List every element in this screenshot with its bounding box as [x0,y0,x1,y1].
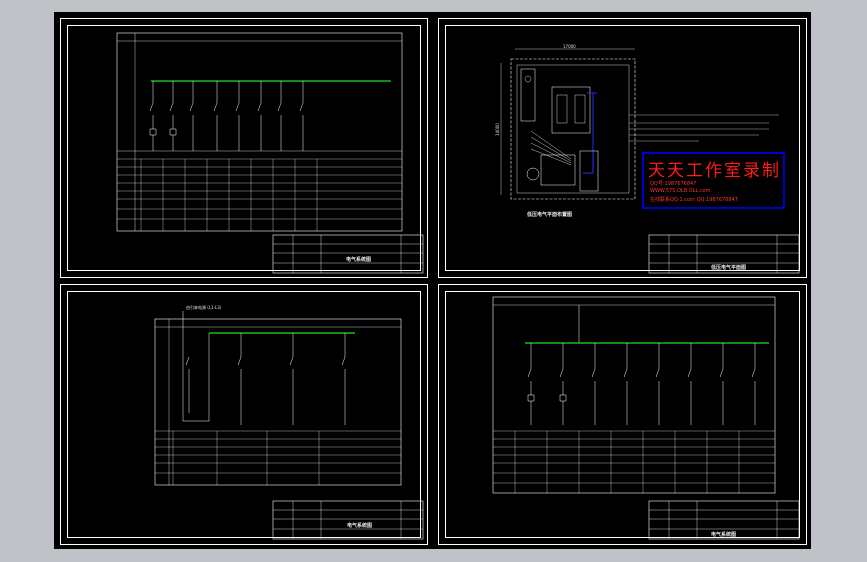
single-line-diagram-2 [154,311,424,540]
single-line-diagram-1 [116,32,424,274]
plan-drawing-title: 低压电气平面布置图 [527,212,573,218]
single-line-diagram-3 [492,296,800,540]
plan-width-dimension: 17000 [563,44,576,49]
drawing-sheet-top-right[interactable]: 17000 14000 低压电气平面布置图 低压电气平面图 [438,18,807,278]
drawing-sheet-bottom-right[interactable]: 电气系统图 [438,284,807,545]
title-block-drawing-name: 电气系统图 [346,257,372,263]
floor-plan-drawing [500,48,800,274]
drawing-sheet-top-left[interactable]: 电气系统图 [60,18,428,278]
cad-drawing-viewport[interactable]: 电气系统图 17000 14000 低压电气平面布置图 低压电气平面图 天天工作… [54,12,811,549]
title-block-drawing-name: 低压电气平面图 [711,265,747,271]
title-block-drawing-name: 电气系统图 [711,532,737,538]
feeder-source-note: 由引来电源 (L1-L3) [186,305,222,310]
drawing-sheet-bottom-left[interactable]: 由引来电源 (L1-L3) 电气系统图 [60,284,428,545]
title-block-drawing-name: 电气系统图 [347,523,373,529]
plan-height-dimension: 14000 [494,123,500,136]
watermark-studio-stamp: 天天工作室录制 QQ号:1987676847 WWW.575.OLB.OLL.c… [642,152,785,209]
